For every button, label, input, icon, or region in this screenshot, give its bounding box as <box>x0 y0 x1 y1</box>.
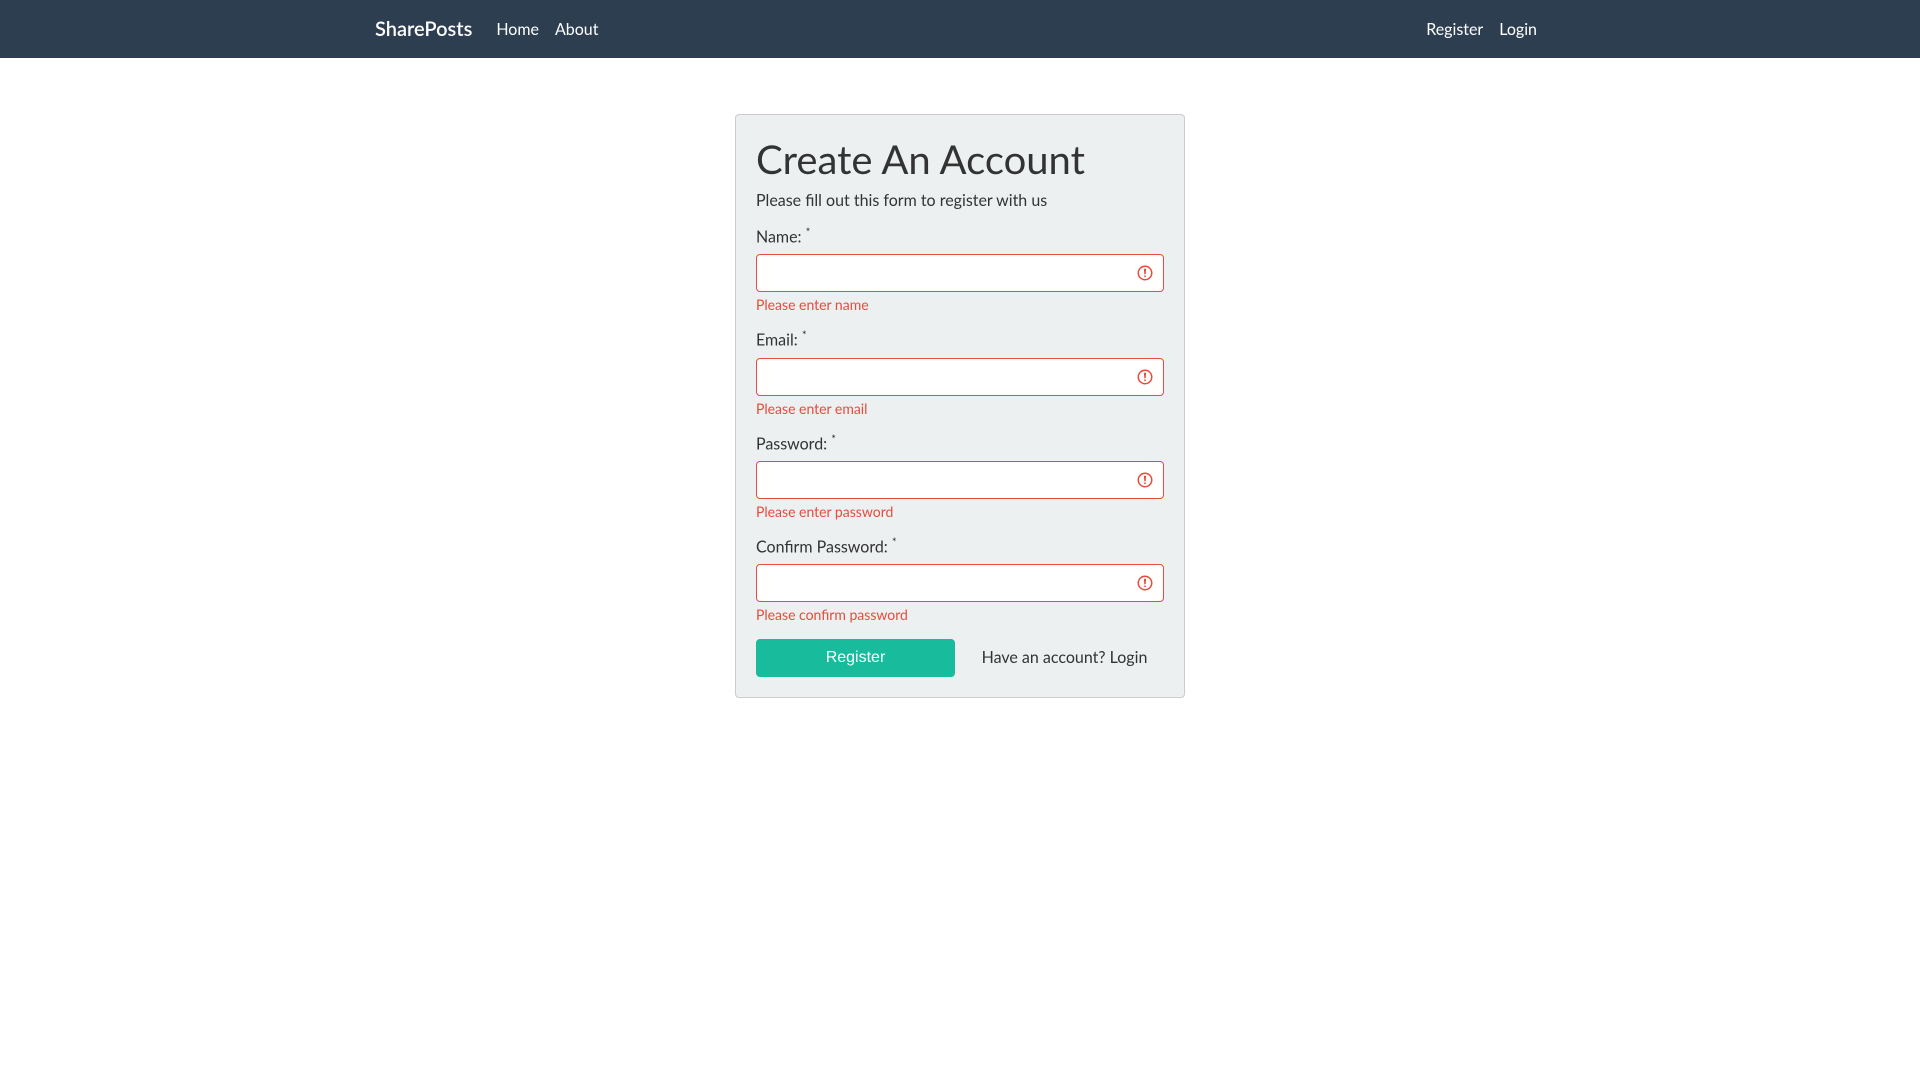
email-label: Email: * <box>756 329 1164 349</box>
form-actions-row: Register Have an account? Login <box>751 639 1169 677</box>
confirm-password-error: Please confirm password <box>756 606 1164 623</box>
register-button[interactable]: Register <box>756 639 955 677</box>
navbar-brand[interactable]: SharePosts <box>375 12 472 46</box>
nav-item: Home <box>488 12 547 47</box>
confirm-password-label-text: Confirm Password: <box>756 537 892 556</box>
navbar-nav-right: Register Login <box>1418 12 1545 47</box>
nav-link-home[interactable]: Home <box>488 12 547 47</box>
name-error: Please enter name <box>756 296 1164 313</box>
password-label-text: Password: <box>756 434 831 453</box>
password-input[interactable] <box>756 461 1164 499</box>
password-error: Please enter password <box>756 503 1164 520</box>
nav-item: Login <box>1491 12 1545 47</box>
form-group-email: Email: * Please enter email <box>756 329 1164 416</box>
card-body: Create An Account Please fill out this f… <box>736 115 1184 697</box>
navbar-container: SharePosts Home About Register Login <box>360 12 1560 47</box>
confirm-password-input[interactable] <box>756 564 1164 602</box>
required-mark: * <box>802 329 807 342</box>
register-form: Name: * Please enter name Email: * Pleas… <box>756 226 1164 677</box>
form-group-name: Name: * Please enter name <box>756 226 1164 313</box>
name-label-text: Name: <box>756 227 806 246</box>
name-input[interactable] <box>756 254 1164 292</box>
login-link[interactable]: Have an account? Login <box>965 639 1164 677</box>
navbar-left: SharePosts Home About <box>375 12 606 47</box>
form-group-password: Password: * Please enter password <box>756 433 1164 520</box>
nav-item: About <box>547 12 607 47</box>
login-link-col: Have an account? Login <box>960 639 1169 677</box>
password-label: Password: * <box>756 433 1164 453</box>
nav-item: Register <box>1418 12 1491 47</box>
confirm-password-label: Confirm Password: * <box>756 536 1164 556</box>
required-mark: * <box>892 536 897 549</box>
required-mark: * <box>806 226 811 239</box>
submit-col: Register <box>751 639 960 677</box>
navbar-nav-left: Home About <box>488 12 606 47</box>
required-mark: * <box>831 433 836 446</box>
register-card: Create An Account Please fill out this f… <box>735 114 1185 698</box>
email-label-text: Email: <box>756 331 802 350</box>
content-wrapper: Create An Account Please fill out this f… <box>360 58 1560 698</box>
card-title: Create An Account <box>756 135 1164 183</box>
nav-link-login[interactable]: Login <box>1491 12 1545 47</box>
nav-link-about[interactable]: About <box>547 12 607 47</box>
email-error: Please enter email <box>756 400 1164 417</box>
name-label: Name: * <box>756 226 1164 246</box>
email-input[interactable] <box>756 358 1164 396</box>
nav-link-register[interactable]: Register <box>1418 12 1491 47</box>
card-subtitle: Please fill out this form to register wi… <box>756 191 1164 210</box>
navbar: SharePosts Home About Register Login <box>0 0 1920 58</box>
form-group-confirm-password: Confirm Password: * Please confirm passw… <box>756 536 1164 623</box>
